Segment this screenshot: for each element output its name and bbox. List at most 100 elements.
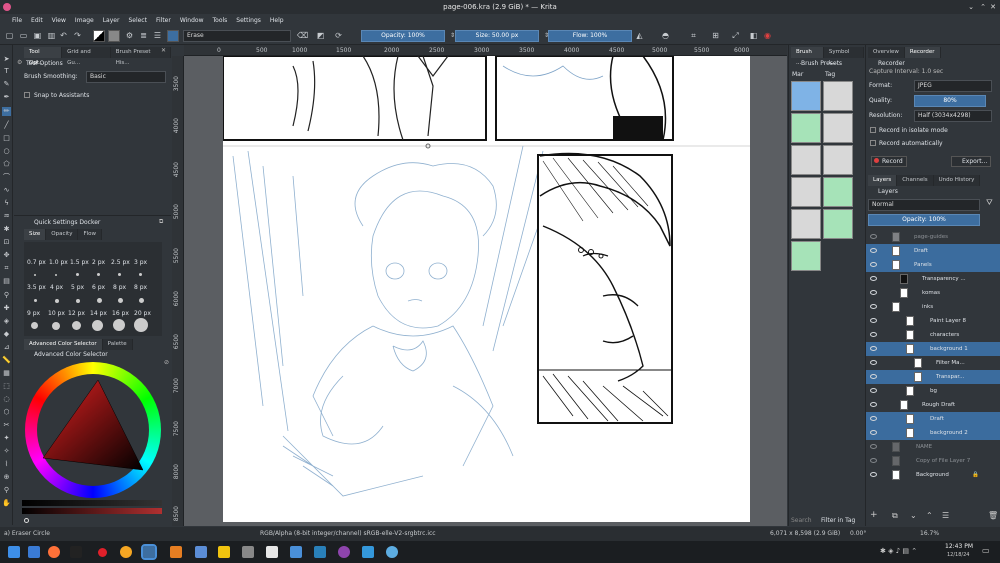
- gradient-swatch[interactable]: [93, 30, 105, 42]
- record-icon[interactable]: ◉: [762, 30, 773, 41]
- tab-undo-history[interactable]: Undo History: [933, 175, 981, 186]
- layer-opacity-slider[interactable]: Opacity: 100%: [868, 214, 980, 226]
- measure-tool-icon[interactable]: 📏: [2, 356, 11, 365]
- color-picker-icon[interactable]: ⚲: [2, 291, 11, 300]
- menu-edit[interactable]: Edit: [31, 17, 43, 24]
- size-chip[interactable]: 3.5 px: [27, 284, 46, 291]
- layer-row[interactable]: Transparency ...: [866, 272, 1000, 286]
- visibility-icon[interactable]: [870, 402, 877, 407]
- size-chip[interactable]: 6 px: [92, 284, 105, 291]
- ellipse-tool-icon[interactable]: ○: [2, 147, 11, 156]
- brush-preset-tile[interactable]: [823, 209, 853, 239]
- visibility-icon[interactable]: [870, 276, 877, 281]
- layer-row[interactable]: Copy of File Layer 7: [866, 454, 1000, 468]
- rect-select-icon[interactable]: ⬚: [2, 382, 11, 391]
- layer-row[interactable]: Background 🔒: [866, 468, 1000, 482]
- transform-tool-icon[interactable]: ⊡: [2, 238, 11, 247]
- text-tool-icon[interactable]: T: [2, 67, 11, 76]
- size-chip[interactable]: 9 px: [27, 310, 40, 317]
- pattern-swatch[interactable]: [108, 30, 120, 42]
- menu-file[interactable]: File: [12, 17, 22, 24]
- krita-taskbar-icon[interactable]: [141, 544, 157, 560]
- brush-preset-tile[interactable]: [791, 145, 821, 175]
- tab-flow[interactable]: Flow: [78, 229, 103, 240]
- layers-stack-icon[interactable]: ≣: [138, 30, 149, 41]
- size-chip[interactable]: 8 px: [113, 284, 126, 291]
- app-icon[interactable]: [218, 546, 230, 558]
- brush-preset-tile[interactable]: [823, 113, 853, 143]
- layer-row[interactable]: komas: [866, 286, 1000, 300]
- save-icon[interactable]: ▣: [32, 30, 43, 41]
- size-chip[interactable]: 12 px: [68, 310, 85, 317]
- canvas-area[interactable]: [184, 56, 787, 526]
- app-icon[interactable]: [70, 546, 82, 558]
- visibility-icon[interactable]: [870, 304, 877, 309]
- brush-search-input[interactable]: Search: [791, 517, 812, 524]
- fill-tool-icon[interactable]: ◈: [2, 317, 11, 326]
- visibility-icon[interactable]: [870, 262, 877, 267]
- rotation-status[interactable]: 0.00°: [850, 527, 866, 541]
- record-app-icon[interactable]: [98, 548, 107, 557]
- menu-tools[interactable]: Tools: [213, 17, 228, 24]
- smart-patch-icon[interactable]: ✚: [2, 304, 11, 313]
- minimize-icon[interactable]: ⌄: [968, 0, 974, 14]
- layer-row[interactable]: background 2: [866, 426, 1000, 440]
- rectangle-tool-icon[interactable]: □: [2, 134, 11, 143]
- menu-view[interactable]: View: [52, 17, 66, 24]
- layer-row[interactable]: Transpar...: [866, 370, 1000, 384]
- tray-icons[interactable]: ✱ ◈ ♪ ▤ ⌃: [880, 547, 917, 555]
- tab-recorder[interactable]: Recorder: [904, 47, 941, 58]
- eraser-mode-icon[interactable]: ⌫: [297, 30, 308, 41]
- size-chip[interactable]: 20 px: [134, 310, 151, 317]
- tab-grid-guides[interactable]: Grid and Gu...: [62, 47, 111, 66]
- ellipse-select-icon[interactable]: ◌: [2, 395, 11, 404]
- visibility-icon[interactable]: [870, 388, 877, 393]
- app-icon[interactable]: [266, 546, 278, 558]
- add-layer-icon[interactable]: +: [870, 510, 878, 520]
- visibility-icon[interactable]: [870, 346, 877, 351]
- firefox-icon[interactable]: [48, 546, 60, 558]
- size-chip[interactable]: 5 px: [71, 284, 84, 291]
- opacity-slider[interactable]: Opacity: 100%: [361, 30, 445, 42]
- size-chip[interactable]: 3 px: [134, 259, 147, 266]
- similar-select-icon[interactable]: ✧: [2, 447, 11, 456]
- brush-preset-tile[interactable]: [823, 177, 853, 207]
- isolate-checkbox[interactable]: [870, 127, 876, 133]
- visibility-icon[interactable]: [870, 290, 877, 295]
- brush-preset-tile[interactable]: [791, 241, 821, 271]
- menu-settings[interactable]: Settings: [236, 17, 261, 24]
- edit-shapes-icon[interactable]: ✎: [2, 80, 11, 89]
- polygon-select-icon[interactable]: ⬡: [2, 408, 11, 417]
- tab-channels[interactable]: Channels: [897, 175, 934, 186]
- fullscreen-icon[interactable]: ⤢: [730, 30, 741, 41]
- bezier-tool-icon[interactable]: ∿: [2, 186, 11, 195]
- visibility-icon[interactable]: [870, 234, 877, 239]
- tab-layers[interactable]: Layers: [868, 175, 898, 186]
- duplicate-layer-icon[interactable]: ⧉: [892, 511, 898, 521]
- layer-row[interactable]: Draft: [866, 412, 1000, 426]
- size-chip[interactable]: 2.5 px: [111, 259, 130, 266]
- resolution-select[interactable]: Half (3034x4298): [914, 110, 992, 122]
- size-slider[interactable]: Size: 50.00 px: [455, 30, 539, 42]
- new-document-icon[interactable]: ▢: [4, 30, 15, 41]
- alpha-lock-icon[interactable]: ◩: [315, 30, 326, 41]
- brush-preset-tile[interactable]: [791, 113, 821, 143]
- clock-date[interactable]: 12/18/24: [947, 552, 969, 558]
- app-icon[interactable]: [314, 546, 326, 558]
- layer-row[interactable]: Filter Ma...: [866, 356, 1000, 370]
- menu-help[interactable]: Help: [270, 17, 284, 24]
- layer-row[interactable]: NAME: [866, 440, 1000, 454]
- layer-row[interactable]: Rough Draft: [866, 398, 1000, 412]
- format-select[interactable]: JPEG: [914, 80, 992, 92]
- visibility-icon[interactable]: [870, 332, 877, 337]
- tab-opacity[interactable]: Opacity: [46, 229, 79, 240]
- tab-symbol-libraries[interactable]: Symbol L...: [823, 47, 864, 66]
- brush-tool-icon[interactable]: ✏: [2, 107, 11, 116]
- polygon-tool-icon[interactable]: ⬠: [2, 160, 11, 169]
- menu-image[interactable]: Image: [75, 17, 94, 24]
- size-chip[interactable]: 2 px: [92, 259, 105, 266]
- layer-row[interactable]: inks: [866, 300, 1000, 314]
- wrap-around-icon[interactable]: ⊞: [710, 30, 721, 41]
- start-menu-icon[interactable]: [8, 546, 20, 558]
- multibrush-icon[interactable]: ✱: [2, 225, 11, 234]
